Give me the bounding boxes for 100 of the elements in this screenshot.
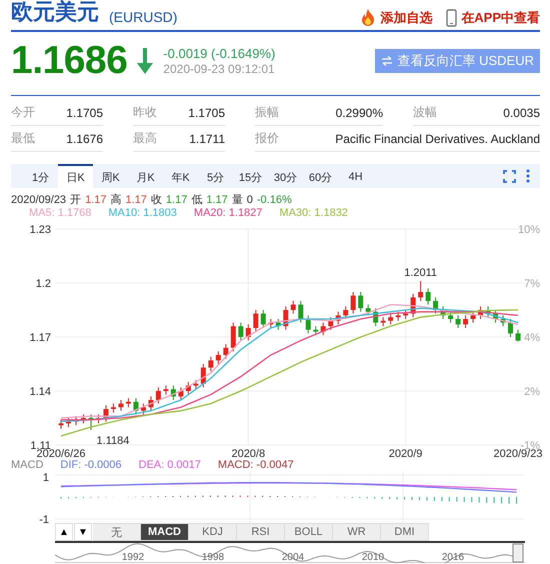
- candlestick: [178, 386, 184, 400]
- candlestick: [478, 306, 484, 320]
- field-value: 1.17: [85, 194, 106, 206]
- candlestick: [380, 316, 386, 327]
- candlestick: [223, 344, 228, 360]
- candlestick: [366, 304, 371, 316]
- stat-value: 1.1705: [188, 106, 225, 120]
- price-annotation: 1.1184: [96, 435, 130, 447]
- field-value: 0: [246, 194, 253, 206]
- candlestick: [336, 311, 341, 325]
- period-tab[interactable]: 30分: [268, 164, 303, 188]
- field-value: 1.17: [166, 194, 188, 206]
- date-label: 2020/6/26: [36, 448, 86, 460]
- date-label: 2020/9: [388, 448, 422, 460]
- candlestick: [306, 314, 311, 334]
- candlestick: [276, 318, 281, 330]
- stat-label: 昨收: [133, 104, 157, 121]
- stat-value: 1.1676: [66, 132, 103, 146]
- candlestick: [200, 364, 206, 388]
- period-tab[interactable]: 1分: [23, 164, 58, 188]
- field-value: -0.16%: [256, 194, 292, 206]
- candlestick: [118, 400, 124, 412]
- candlestick: [230, 322, 236, 352]
- candlestick: [343, 306, 348, 320]
- stat-label: 振幅: [255, 104, 279, 121]
- indicator-value: MACD: -0.0047: [218, 459, 294, 471]
- app-link[interactable]: 在APP中查看: [446, 9, 540, 27]
- stat-value: Pacific Financial Derivatives. Auckland: [335, 132, 540, 146]
- period-tab[interactable]: 4H: [338, 164, 373, 188]
- stat-value: 0.2990%: [336, 106, 383, 120]
- candlestick: [133, 398, 138, 415]
- axis-label: 7%: [524, 278, 540, 290]
- candlestick: [193, 380, 198, 390]
- candlestick: [80, 414, 86, 424]
- field-label: 低: [191, 193, 202, 207]
- candlestick: [208, 356, 214, 372]
- indicator-tab[interactable]: DMI: [381, 523, 429, 541]
- watchlist-link[interactable]: 添加自选: [360, 9, 432, 27]
- candlestick: [260, 310, 266, 328]
- candlestick: [486, 306, 491, 318]
- axis-label: 1.23: [30, 224, 51, 236]
- candlestick: [186, 382, 191, 396]
- indicator-tab[interactable]: RSI: [237, 523, 285, 541]
- stat-value: 0.0035: [503, 106, 540, 120]
- phone-icon: [446, 9, 458, 27]
- field-label: 开: [70, 193, 82, 207]
- candlestick: [156, 386, 161, 404]
- candlestick: [500, 314, 506, 327]
- indicator-tab[interactable]: MACD: [141, 523, 189, 541]
- candlestick: [456, 314, 461, 328]
- indicator-tab[interactable]: KDJ: [189, 523, 237, 541]
- candlestick: [253, 310, 258, 332]
- moving-average-value: MA30: 1.1832: [279, 206, 348, 218]
- stat-value: 1.1711: [189, 132, 225, 146]
- candlestick: [103, 404, 108, 422]
- moving-average-value: MA5: 1.1768: [29, 206, 92, 218]
- field-value: 1.17: [206, 194, 228, 206]
- candlestick: [470, 311, 476, 324]
- period-tab[interactable]: 60分: [303, 164, 338, 188]
- axis-label: 2%: [524, 386, 540, 398]
- range-handle[interactable]: [512, 544, 524, 562]
- indicator-tab[interactable]: WR: [333, 523, 381, 541]
- indicator-value: DIF: -0.0006: [60, 459, 122, 471]
- axis-label: -1: [39, 514, 49, 523]
- candlestick: [508, 318, 513, 338]
- axis-label: 1.2: [36, 278, 51, 290]
- more-icon[interactable]: [526, 169, 530, 183]
- swap-icon: [381, 56, 394, 66]
- scroll-down-button[interactable]: ▼: [74, 523, 92, 541]
- field-value: 1.17: [125, 194, 147, 206]
- period-tab[interactable]: 周K: [93, 164, 128, 188]
- fullscreen-icon[interactable]: [503, 170, 516, 182]
- axis-label: 1: [42, 472, 49, 484]
- axis-label: 4%: [524, 332, 540, 344]
- candlestick: [463, 314, 468, 328]
- stat-label: 波幅: [413, 104, 437, 121]
- period-tab[interactable]: 月K: [128, 164, 163, 188]
- candlestick: [290, 300, 296, 314]
- period-tab[interactable]: 15分: [233, 164, 268, 188]
- candlestick: [163, 385, 168, 396]
- stat-label: 报价: [255, 130, 279, 147]
- candlestick: [426, 288, 431, 306]
- candlestick: [448, 311, 454, 324]
- price-change: -0.0019 (-0.1649%): [163, 46, 276, 61]
- period-tab[interactable]: 年K: [163, 164, 198, 188]
- candlestick: [140, 403, 146, 415]
- period-tab[interactable]: 5分: [198, 164, 233, 188]
- indicator-tab[interactable]: 无: [93, 523, 141, 541]
- year-label: 1998: [202, 552, 224, 563]
- page-title: 欧元美元: [11, 0, 99, 26]
- moving-average-value: MA10: 1.1803: [108, 206, 177, 218]
- candlestick: [388, 313, 394, 325]
- candlestick: [110, 403, 116, 414]
- candlestick: [126, 398, 131, 408]
- field-label: 高: [110, 192, 122, 207]
- indicator-tab[interactable]: BOLL: [285, 523, 333, 541]
- indicator-value: DEA: 0.0017: [138, 459, 201, 471]
- scroll-up-button[interactable]: ▲: [55, 523, 73, 541]
- candlestick: [373, 308, 378, 327]
- period-tab[interactable]: 日K: [58, 164, 93, 188]
